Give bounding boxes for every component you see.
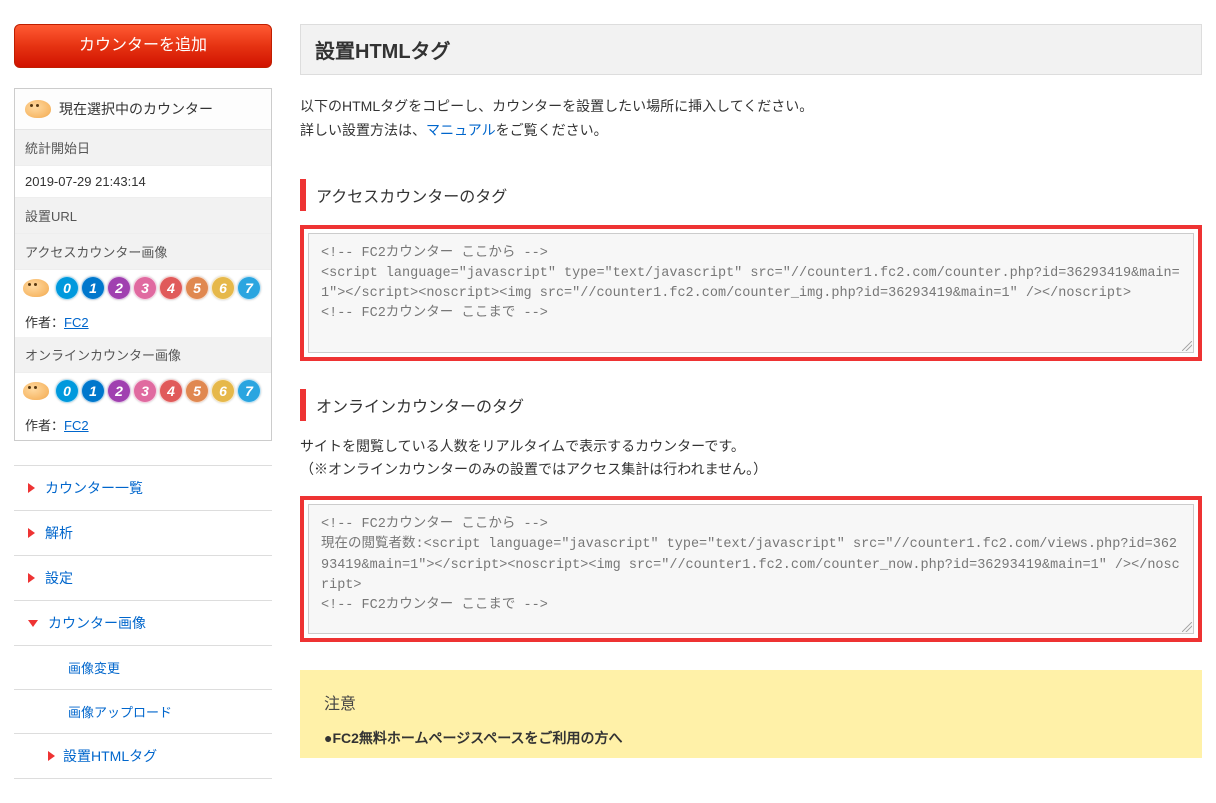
nav-html-tag[interactable]: 設置HTMLタグ xyxy=(14,734,272,779)
desc-line1: サイトを閲覧している人数をリアルタイムで表示するカウンターです。 xyxy=(300,438,745,454)
sidebar-nav: カウンター一覧 解析 設定 カウンター画像 画像変更 画像アップロード xyxy=(14,465,272,779)
digit: 0 xyxy=(55,276,79,300)
panel-header: 現在選択中のカウンター xyxy=(15,89,271,130)
author-label: 作者： xyxy=(25,418,64,433)
nav-label: 設定 xyxy=(45,568,73,588)
pig-icon xyxy=(25,100,51,118)
author-label: 作者： xyxy=(25,315,64,330)
digit: 5 xyxy=(185,379,209,403)
triangle-right-icon xyxy=(48,751,55,761)
intro-text: 以下のHTMLタグをコピーし、カウンターを設置したい場所に挿入してください。 詳… xyxy=(300,95,1202,143)
nav-label: カウンター一覧 xyxy=(45,478,143,498)
digit: 3 xyxy=(133,276,157,300)
author-link[interactable]: FC2 xyxy=(64,315,89,330)
manual-link[interactable]: マニュアル xyxy=(426,122,496,138)
access-counter-image: 0 1 2 3 4 5 6 7 xyxy=(15,270,271,306)
nav-label: 設置HTMLタグ xyxy=(63,746,157,766)
digit: 5 xyxy=(185,276,209,300)
resize-grip-icon[interactable] xyxy=(1182,622,1192,632)
online-counter-image: 0 1 2 3 4 5 6 7 xyxy=(15,373,271,409)
digit: 7 xyxy=(237,276,261,300)
panel-title: 現在選択中のカウンター xyxy=(59,99,213,119)
online-counter-code-frame: <!-- FC2カウンター ここから --> 現在の閲覧者数:<script l… xyxy=(300,496,1202,642)
current-counter-panel: 現在選択中のカウンター 統計開始日 2019-07-29 21:43:14 設置… xyxy=(14,88,272,441)
stat-start-label: 統計開始日 xyxy=(15,130,271,166)
digit: 2 xyxy=(107,276,131,300)
author-line: 作者：FC2 xyxy=(15,306,271,337)
access-counter-tag-heading: アクセスカウンターのタグ xyxy=(300,179,1202,211)
digit: 3 xyxy=(133,379,157,403)
nav-label: 画像変更 xyxy=(68,658,120,677)
nav-label: 解析 xyxy=(45,523,73,543)
pig-icon xyxy=(23,382,49,400)
access-counter-image-label: アクセスカウンター画像 xyxy=(15,234,271,270)
access-counter-code[interactable]: <!-- FC2カウンター ここから --> <script language=… xyxy=(308,233,1194,353)
triangle-right-icon xyxy=(28,573,35,583)
online-counter-code[interactable]: <!-- FC2カウンター ここから --> 現在の閲覧者数:<script l… xyxy=(308,504,1194,634)
nav-settings[interactable]: 設定 xyxy=(14,556,272,601)
access-counter-code-frame: <!-- FC2カウンター ここから --> <script language=… xyxy=(300,225,1202,361)
triangle-right-icon xyxy=(28,483,35,493)
online-counter-tag-heading: オンラインカウンターのタグ xyxy=(300,389,1202,421)
author-line: 作者：FC2 xyxy=(15,409,271,440)
online-counter-desc: サイトを閲覧している人数をリアルタイムで表示するカウンターです。 （※オンライン… xyxy=(300,435,1202,483)
install-url-label: 設置URL xyxy=(15,198,271,234)
notice-box: 注意 ●FC2無料ホームページスペースをご利用の方へ xyxy=(300,670,1202,758)
desc-line2: （※オンラインカウンターのみの設置ではアクセス集計は行われません。） xyxy=(300,461,767,477)
nav-label: カウンター画像 xyxy=(48,613,146,633)
nav-image-upload[interactable]: 画像アップロード xyxy=(14,690,272,734)
nav-analysis[interactable]: 解析 xyxy=(14,511,272,556)
nav-counter-image[interactable]: カウンター画像 xyxy=(14,601,272,646)
nav-counter-list[interactable]: カウンター一覧 xyxy=(14,466,272,511)
digit: 7 xyxy=(237,379,261,403)
digit: 1 xyxy=(81,379,105,403)
digit: 0 xyxy=(55,379,79,403)
nav-image-change[interactable]: 画像変更 xyxy=(14,646,272,690)
notice-line: ●FC2無料ホームページスペースをご利用の方へ xyxy=(324,728,1178,748)
add-counter-button[interactable]: カウンターを追加 xyxy=(14,24,272,68)
author-link[interactable]: FC2 xyxy=(64,418,89,433)
stat-start-value: 2019-07-29 21:43:14 xyxy=(15,166,271,198)
intro-line2-pre: 詳しい設置方法は、 xyxy=(300,122,426,138)
online-counter-image-label: オンラインカウンター画像 xyxy=(15,337,271,373)
pig-icon xyxy=(23,279,49,297)
triangle-down-icon xyxy=(28,620,38,627)
digit: 6 xyxy=(211,379,235,403)
digit: 1 xyxy=(81,276,105,300)
intro-line2-post: をご覧ください。 xyxy=(496,122,608,138)
digit: 4 xyxy=(159,379,183,403)
nav-label: 画像アップロード xyxy=(68,702,172,721)
notice-title: 注意 xyxy=(324,690,1178,714)
triangle-right-icon xyxy=(28,528,35,538)
digit: 6 xyxy=(211,276,235,300)
page-title: 設置HTMLタグ xyxy=(300,24,1202,75)
resize-grip-icon[interactable] xyxy=(1182,341,1192,351)
intro-line1: 以下のHTMLタグをコピーし、カウンターを設置したい場所に挿入してください。 xyxy=(300,98,813,114)
digit: 4 xyxy=(159,276,183,300)
digit: 2 xyxy=(107,379,131,403)
